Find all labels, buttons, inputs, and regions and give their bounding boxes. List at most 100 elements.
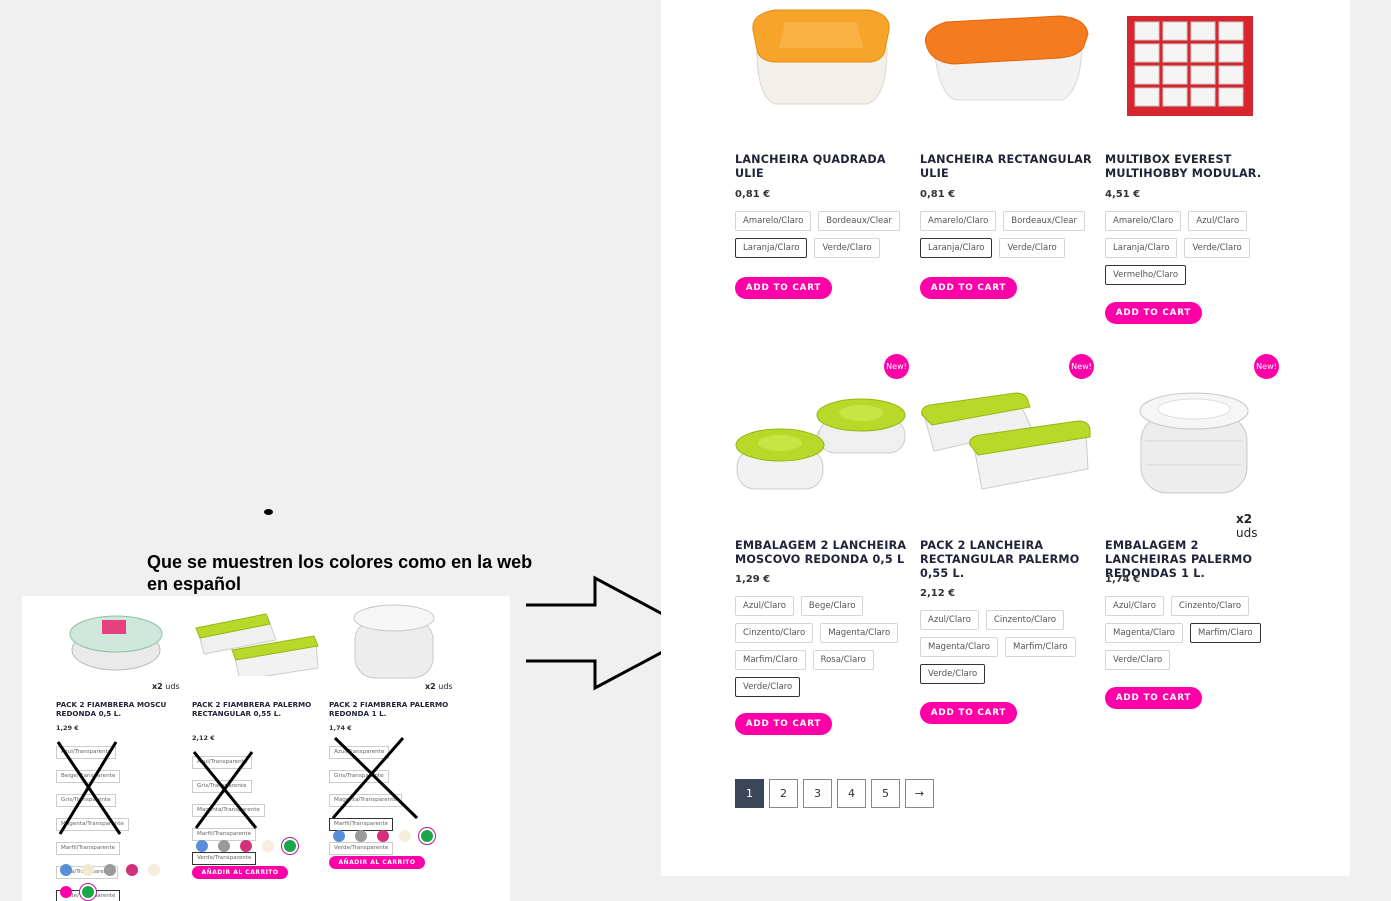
- color-swatch[interactable]: [355, 830, 367, 842]
- es-product-title[interactable]: PACK 2 FIAMBRERA PALERMO RECTANGULAR 0,5…: [192, 700, 320, 718]
- product-title[interactable]: LANCHEIRA QUADRADA ULIE: [735, 153, 907, 181]
- color-option[interactable]: Amarelo/Claro: [920, 211, 997, 231]
- spanish-site-screenshot: x2 uds PACK 2 FIAMBRERA MOSCU REDONDA 0,…: [22, 596, 510, 901]
- color-options: Amarelo/Claro Bordeaux/Clear Laranja/Claro…: [920, 211, 1092, 258]
- color-option[interactable]: Azul/Claro: [1105, 596, 1164, 616]
- color-option[interactable]: Verde/Claro: [920, 664, 986, 684]
- product-image: [735, 398, 906, 490]
- product-price: 0,81 €: [735, 189, 771, 200]
- color-option[interactable]: Cinzento/Claro: [735, 623, 814, 643]
- product-title[interactable]: LANCHEIRA RECTANGULAR ULIE: [920, 153, 1092, 181]
- color-option[interactable]: Magenta/Claro: [920, 637, 998, 657]
- es-product-price: 1,29 €: [56, 724, 79, 732]
- product-price: 0,81 €: [920, 189, 956, 200]
- product-price: 1,29 €: [735, 574, 771, 585]
- product-title[interactable]: MULTIBOX EVEREST MULTIHOBBY MODULAR.: [1105, 153, 1277, 181]
- page-2-button[interactable]: 2: [769, 779, 798, 808]
- product-image: [1127, 16, 1253, 116]
- add-to-cart-button[interactable]: ADD TO CART: [735, 713, 832, 735]
- product-image: [1139, 392, 1249, 494]
- es-units-label: x2 uds: [425, 682, 453, 691]
- pagination: 1 2 3 4 5 →: [735, 779, 934, 808]
- color-option[interactable]: Cinzento/Claro: [1170, 596, 1250, 616]
- color-options: Amarelo/Claro Azul/Claro Laranja/Claro Verd…: [1105, 211, 1277, 285]
- color-option[interactable]: Verde/Claro: [814, 238, 880, 258]
- es-add-to-cart-button[interactable]: AÑADIR AL CARRITO: [329, 856, 425, 869]
- color-option[interactable]: Azul/Claro: [920, 610, 979, 630]
- color-option[interactable]: Cinzento/Claro: [985, 610, 1065, 630]
- new-badge: New!: [884, 354, 909, 379]
- color-options: Azul/Claro Cinzento/Claro Magenta/Claro Mar…: [1105, 596, 1277, 670]
- color-option[interactable]: Amarelo/Claro: [1105, 211, 1182, 231]
- product-title[interactable]: PACK 2 LANCHEIRA RECTANGULAR PALERMO 0,5…: [920, 539, 1092, 581]
- color-options: Azul/Claro Bege/Claro Cinzento/Claro Magent…: [735, 596, 907, 697]
- color-options: Azul/Claro Cinzento/Claro Magenta/Claro Mar…: [920, 610, 1092, 684]
- add-to-cart-button[interactable]: ADD TO CART: [1105, 302, 1202, 324]
- color-option[interactable]: Marfim/Claro: [735, 650, 806, 670]
- color-swatch[interactable]: [104, 864, 116, 876]
- color-option[interactable]: Bordeaux/Clear: [1003, 211, 1086, 231]
- color-option[interactable]: Azul/Claro: [735, 596, 794, 616]
- color-swatch[interactable]: [148, 864, 160, 876]
- es-color-option[interactable]: Verde/Transparente: [329, 842, 394, 855]
- color-option[interactable]: Verde/Claro: [1105, 650, 1171, 670]
- color-swatch[interactable]: [218, 840, 230, 852]
- color-option[interactable]: Vermelho/Claro: [1105, 265, 1187, 285]
- color-option[interactable]: Verde/Claro: [735, 677, 801, 697]
- es-units-label: x2 uds: [152, 682, 180, 691]
- cross-out-mark: [56, 741, 122, 835]
- page-1-button[interactable]: 1: [735, 779, 764, 808]
- color-option[interactable]: Marfim/Claro: [1004, 637, 1076, 657]
- add-to-cart-button[interactable]: ADD TO CART: [1105, 687, 1202, 709]
- color-option[interactable]: Magenta/Claro: [820, 623, 899, 643]
- color-option[interactable]: Bege/Claro: [800, 596, 864, 616]
- color-option[interactable]: Azul/Claro: [1188, 211, 1248, 231]
- es-color-option[interactable]: Marfil/Transparente: [56, 842, 121, 855]
- es-color-swatches: [196, 840, 316, 852]
- color-swatch[interactable]: [126, 864, 138, 876]
- color-swatch[interactable]: [60, 864, 72, 876]
- page-4-button[interactable]: 4: [837, 779, 866, 808]
- es-color-swatches: [60, 864, 170, 898]
- color-swatch[interactable]: [399, 830, 411, 842]
- es-product-price: 2,12 €: [192, 734, 215, 742]
- color-option[interactable]: Rosa/Claro: [812, 650, 874, 670]
- es-product-image: [195, 613, 319, 676]
- color-swatch[interactable]: [333, 830, 345, 842]
- cross-out-mark: [192, 751, 258, 829]
- es-product-title[interactable]: PACK 2 FIAMBRERA PALERMO REDONDA 1 L.: [329, 700, 457, 718]
- product-price: 2,12 €: [920, 588, 956, 599]
- color-swatch[interactable]: [240, 840, 252, 852]
- color-option[interactable]: Magenta/Claro: [1105, 623, 1183, 643]
- annotation-note: Que se muestren los colores como en la w…: [147, 552, 533, 594]
- stray-dot: [264, 509, 273, 515]
- next-page-button[interactable]: →: [905, 779, 934, 808]
- add-to-cart-button[interactable]: ADD TO CART: [735, 277, 832, 299]
- color-swatch[interactable]: [82, 864, 94, 876]
- color-option[interactable]: Verde/Claro: [999, 238, 1065, 258]
- es-add-to-cart-button[interactable]: AÑADIR AL CARRITO: [192, 866, 288, 879]
- color-swatch[interactable]: [82, 886, 94, 898]
- color-option[interactable]: Laranja/Claro: [920, 238, 993, 258]
- es-product-image: [353, 604, 435, 679]
- color-swatch[interactable]: [196, 840, 208, 852]
- color-swatch[interactable]: [377, 830, 389, 842]
- add-to-cart-button[interactable]: ADD TO CART: [920, 702, 1017, 724]
- es-product-title[interactable]: PACK 2 FIAMBRERA MOSCU REDONDA 0,5 L.: [56, 700, 184, 718]
- color-swatch[interactable]: [284, 840, 296, 852]
- add-to-cart-button[interactable]: ADD TO CART: [920, 277, 1017, 299]
- color-swatch[interactable]: [262, 840, 274, 852]
- product-title[interactable]: EMBALAGEM 2 LANCHEIRA MOSCOVO REDONDA 0,…: [735, 539, 907, 567]
- color-swatch[interactable]: [60, 886, 72, 898]
- new-badge: New!: [1254, 354, 1279, 379]
- page-5-button[interactable]: 5: [871, 779, 900, 808]
- color-option[interactable]: Verde/Claro: [1184, 238, 1250, 258]
- color-option[interactable]: Bordeaux/Clear: [818, 211, 901, 231]
- color-option[interactable]: Laranja/Claro: [1105, 238, 1178, 258]
- color-swatch[interactable]: [421, 830, 433, 842]
- page-3-button[interactable]: 3: [803, 779, 832, 808]
- color-option[interactable]: Marfim/Claro: [1189, 623, 1261, 643]
- es-color-option[interactable]: Verde/Transparente: [192, 852, 257, 865]
- color-option[interactable]: Laranja/Claro: [735, 238, 808, 258]
- color-option[interactable]: Amarelo/Claro: [735, 211, 812, 231]
